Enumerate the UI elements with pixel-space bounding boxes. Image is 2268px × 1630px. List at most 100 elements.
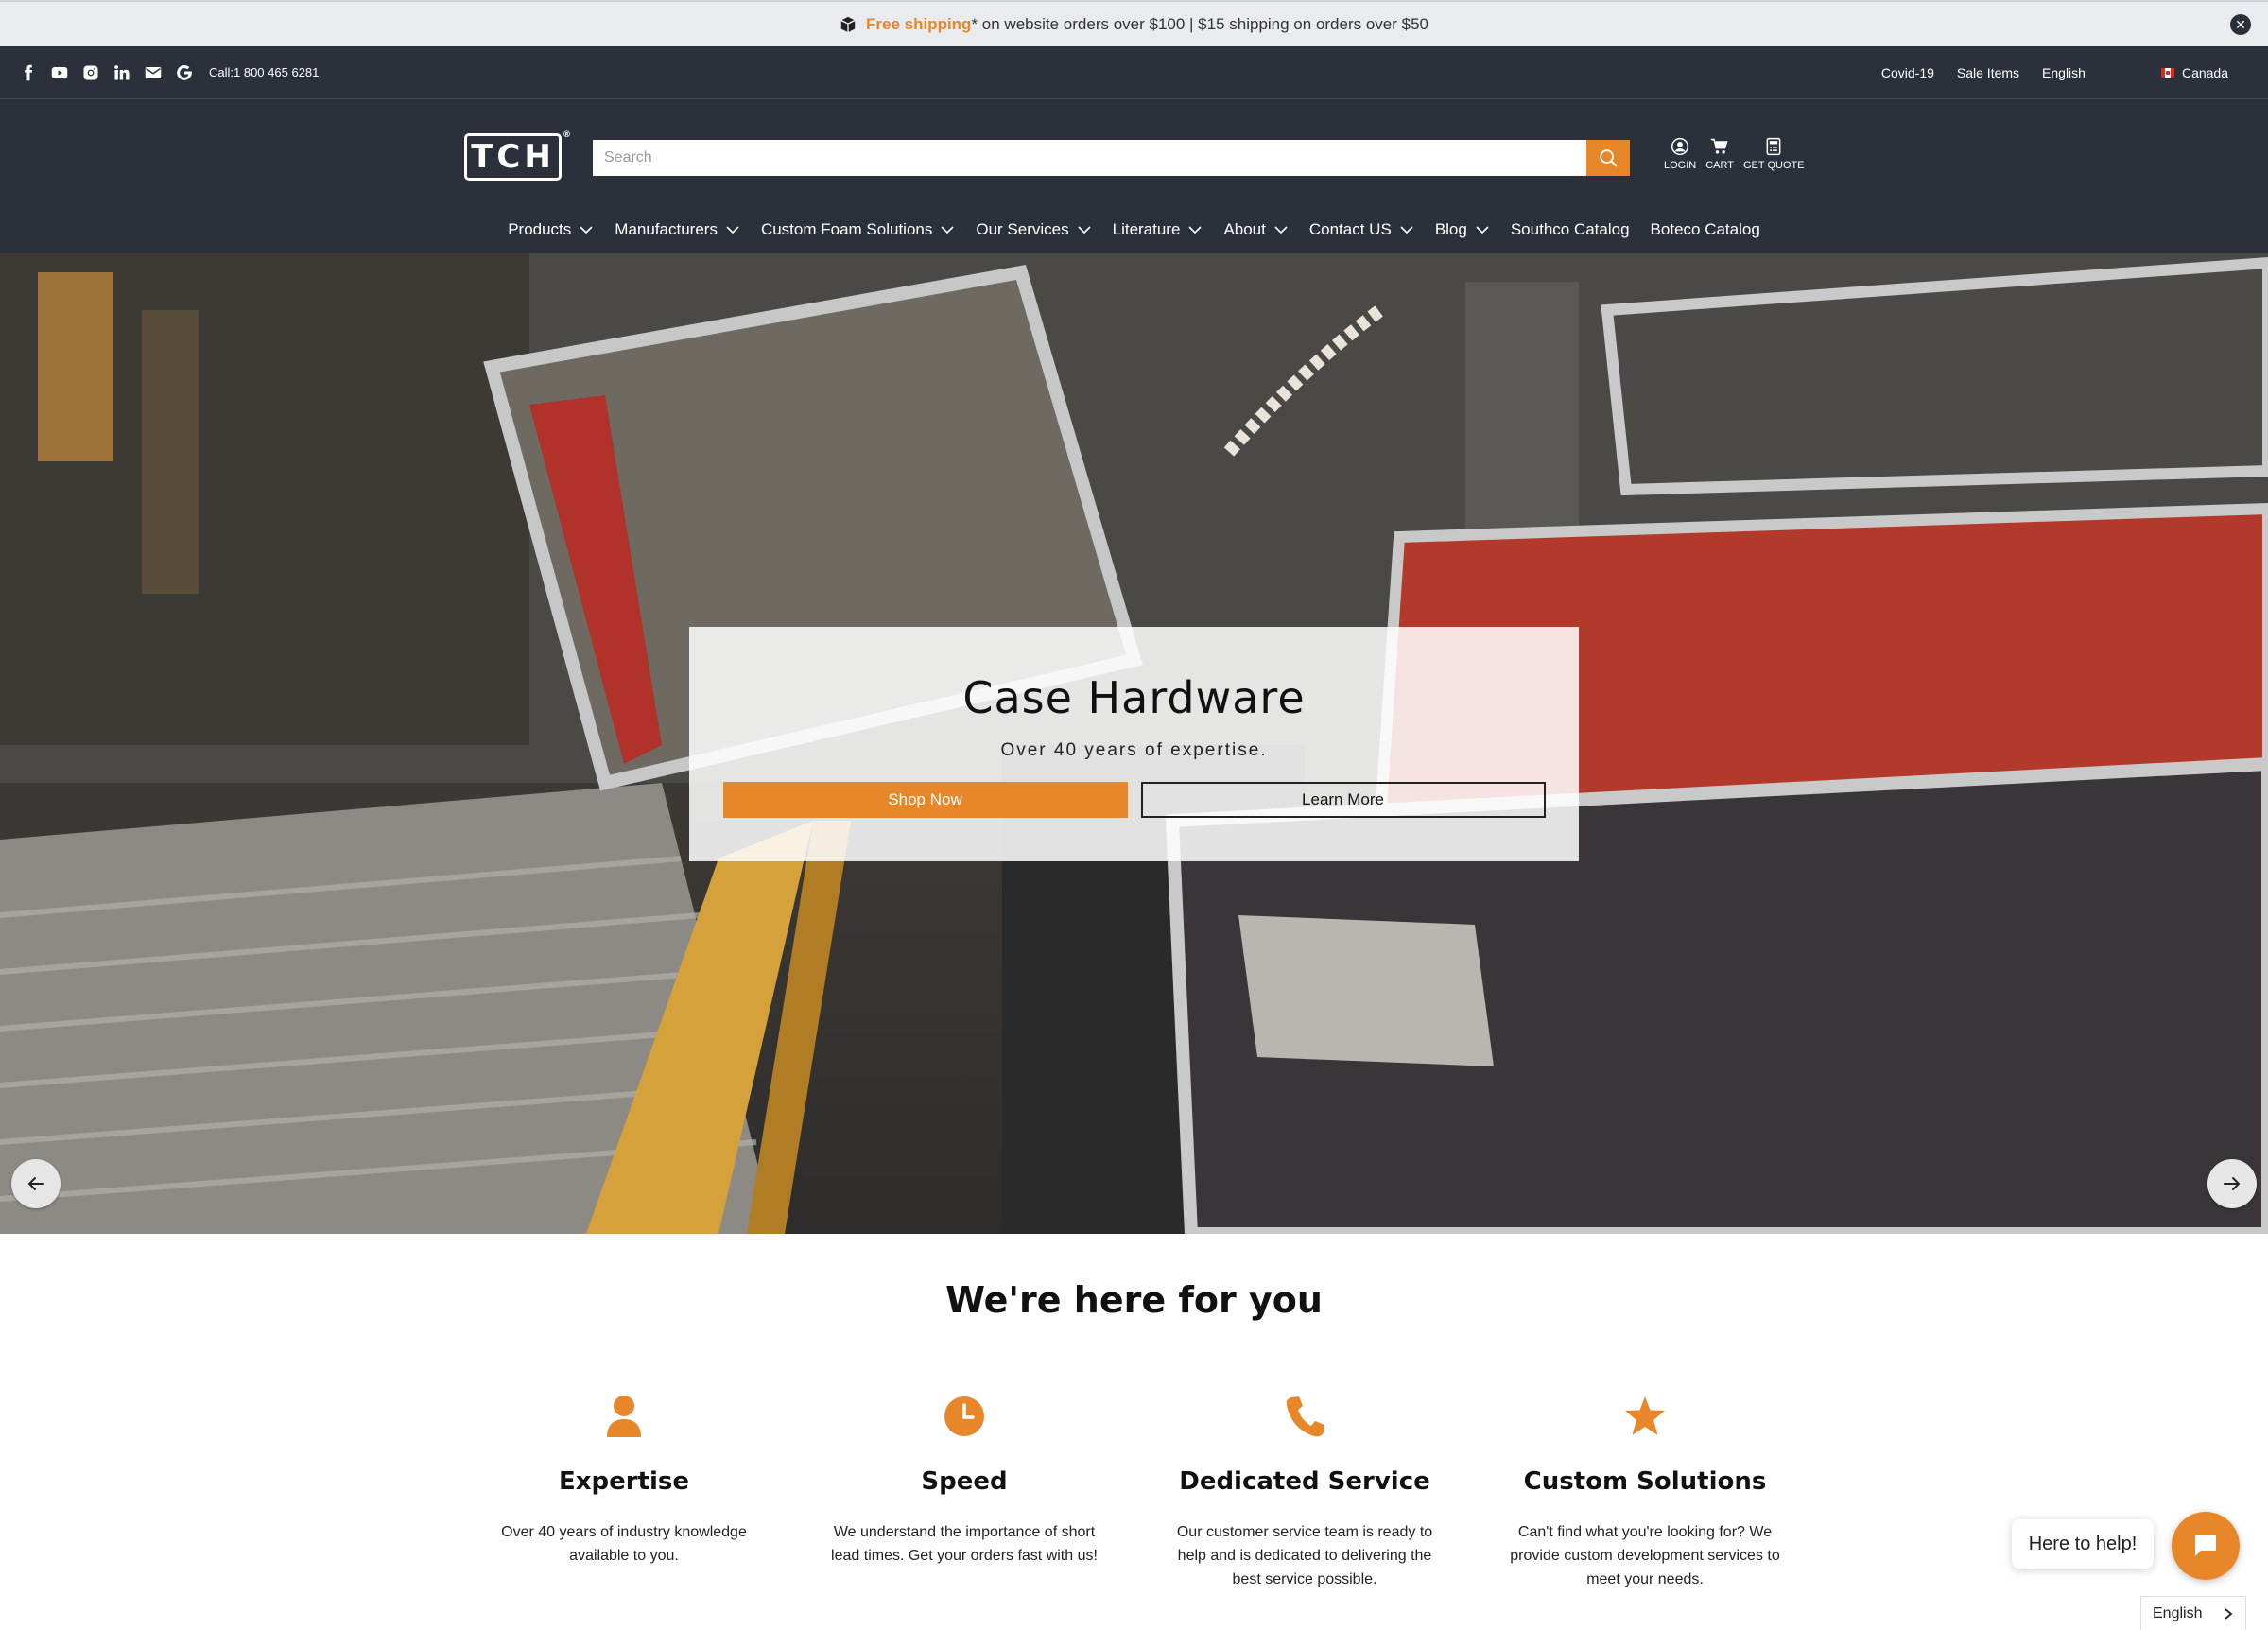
cart-icon [1710,138,1728,154]
google-link[interactable] [175,63,194,82]
close-icon: ✕ [2235,16,2246,32]
email-link[interactable] [144,63,163,82]
chevron-down-icon [1188,226,1203,234]
youtube-icon [51,66,68,78]
chevron-down-icon [941,226,954,234]
arrow-left-icon [27,1177,44,1190]
login-button[interactable]: LOGIN [1664,137,1696,171]
nav-item-contact-us[interactable]: Contact US [1309,220,1414,239]
chevron-down-icon [1078,226,1091,234]
arrow-right-icon [2224,1177,2241,1190]
hero-buttons: Shop Now Learn More [722,782,1546,818]
learn-more-button[interactable]: Learn More [1140,782,1546,818]
nav-item-label: Literature [1112,220,1181,238]
site-header: TCH ® LOGIN CART GET QUOTE Products Manu… [0,99,2268,253]
nav-item-boteco-catalog[interactable]: Boteco Catalog [1651,220,1760,239]
search-button[interactable] [1586,140,1630,176]
nav-item-about[interactable]: About [1223,220,1288,239]
instagram-icon [83,65,98,79]
slider-next-button[interactable] [2207,1159,2257,1208]
announcement-bar: Free shipping * on website orders over $… [0,0,2268,46]
box-icon [840,16,856,32]
language-switcher[interactable]: English [2140,1596,2246,1630]
instagram-link[interactable] [81,63,100,82]
feature-dedicated-service: Dedicated Service Our customer service t… [1163,1394,1446,1591]
nav-item-label: Blog [1434,220,1467,238]
nav-item-literature[interactable]: Literature [1113,220,1203,239]
chevron-down-icon [1476,226,1489,234]
close-announcement-button[interactable]: ✕ [2230,14,2251,35]
star-icon [1625,1396,1665,1435]
language-label: English [2153,1604,2203,1621]
free-shipping-highlight: Free shipping [865,14,972,33]
covid-link[interactable]: Covid-19 [1881,65,1934,80]
call-number[interactable]: Call:1 800 465 6281 [209,65,319,79]
get-quote-label: GET QUOTE [1742,160,1805,171]
feature-expertise: Expertise Over 40 years of industry know… [482,1394,766,1568]
chevron-down-icon [726,226,739,234]
country-selector[interactable]: Canada [2160,64,2228,80]
calculator-icon [1766,137,1781,156]
phone-icon [1286,1396,1324,1437]
login-label: LOGIN [1664,160,1697,171]
hero-slider: Case Hardware Over 40 years of expertise… [0,253,2268,1234]
feature-text: We understand the importance of short le… [831,1524,1098,1564]
feature-title: Dedicated Service [1179,1467,1430,1496]
nav-item-southco-catalog[interactable]: Southco Catalog [1511,220,1630,239]
search-icon [1600,149,1618,167]
nav-item-manufacturers[interactable]: Manufacturers [615,220,740,239]
sale-items-link[interactable]: Sale Items [1957,65,2019,80]
nav-item-label: Custom Foam Solutions [760,220,933,238]
search-bar [593,140,1630,176]
hero-subtitle: Over 40 years of expertise. [1000,740,1268,760]
chevron-down-icon [1400,226,1413,234]
utility-bar: Call:1 800 465 6281 Covid-19 Sale Items … [0,46,2268,99]
features-title: We're here for you [945,1279,1323,1321]
shop-now-button[interactable]: Shop Now [722,782,1128,818]
clock-icon [944,1396,984,1436]
email-icon [145,66,162,78]
nav-item-label: Our Services [976,220,1069,238]
nav-item-blog[interactable]: Blog [1435,220,1490,239]
facebook-link[interactable] [19,63,38,82]
nav-item-products[interactable]: Products [508,220,594,239]
nav-item-label: Contact US [1308,220,1392,238]
facebook-icon [25,64,33,80]
linkedin-icon [114,64,130,79]
language-link[interactable]: English [2042,65,2086,80]
cart-button[interactable]: CART [1705,137,1734,171]
feature-title: Speed [921,1467,1008,1496]
chat-prompt-bubble[interactable]: Here to help! [2012,1519,2154,1569]
nav-item-label: Manufacturers [615,220,718,238]
nav-item-label: About [1223,220,1266,238]
linkedin-link[interactable] [113,63,131,82]
registered-mark: ® [563,130,571,140]
feature-custom-solutions: Custom Solutions Can't find what you're … [1503,1394,1787,1591]
feature-text: Our customer service team is ready to he… [1176,1524,1433,1587]
feature-speed: Speed We understand the importance of sh… [822,1394,1106,1568]
feature-title: Expertise [558,1467,690,1496]
canada-flag-icon [2160,67,2174,78]
nav-item-our-services[interactable]: Our Services [976,220,1091,239]
nav-item-label: Products [508,220,572,238]
user-circle-icon [1671,137,1689,156]
announcement-text: * on website orders over $100 | $15 ship… [971,14,1429,33]
cart-label: CART [1705,160,1734,171]
logo-text: TCH [471,138,555,176]
feature-title: Custom Solutions [1523,1467,1767,1496]
google-icon [177,64,192,80]
chat-open-button[interactable] [2172,1512,2240,1580]
chat-icon [2195,1535,2216,1556]
get-quote-button[interactable]: GET QUOTE [1743,137,1805,171]
nav-item-custom-foam[interactable]: Custom Foam Solutions [761,220,955,239]
hero-card: Case Hardware Over 40 years of expertise… [689,627,1579,861]
person-icon [607,1396,641,1437]
youtube-link[interactable] [50,63,69,82]
feature-text: Over 40 years of industry knowledge avai… [501,1524,747,1564]
country-label: Canada [2181,64,2228,80]
chevron-down-icon [580,226,593,234]
tch-logo[interactable]: TCH ® [464,130,571,181]
search-input[interactable] [593,140,1586,176]
nav-item-label: Southco Catalog [1510,220,1630,238]
slider-prev-button[interactable] [11,1159,61,1208]
